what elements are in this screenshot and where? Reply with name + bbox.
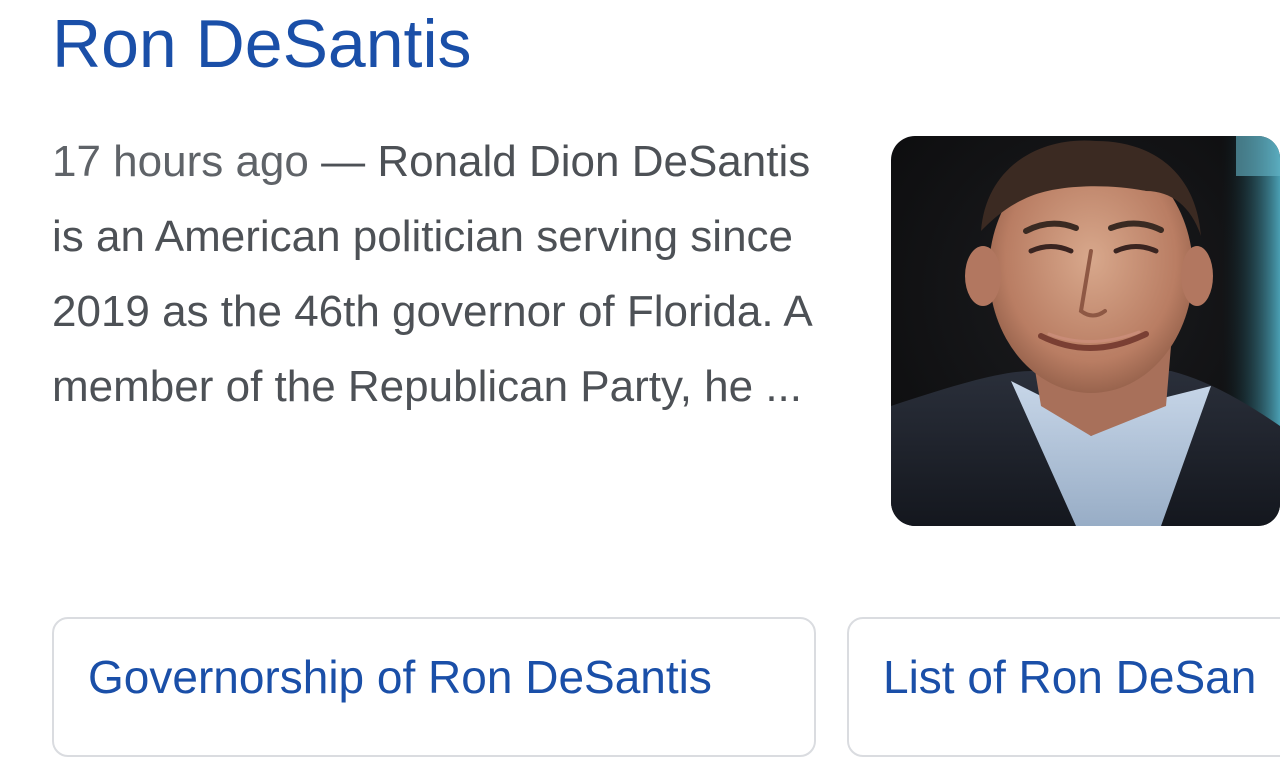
result-thumbnail[interactable] [891, 136, 1280, 526]
result-snippet: 17 hours ago — Ronald Dion DeSantis is a… [52, 124, 842, 424]
portrait-image [891, 136, 1280, 526]
related-link-label[interactable]: List of Ron DeSan [883, 647, 1256, 707]
related-link-chip[interactable]: Governorship of Ron DeSantis [52, 617, 816, 757]
result-title-link[interactable]: Ron DeSantis [52, 4, 472, 84]
result-date: 17 hours ago [52, 137, 309, 186]
snippet-separator: — [308, 137, 378, 186]
related-link-chip[interactable]: List of Ron DeSan [847, 617, 1280, 757]
related-link-label[interactable]: Governorship of Ron DeSantis [88, 647, 712, 707]
